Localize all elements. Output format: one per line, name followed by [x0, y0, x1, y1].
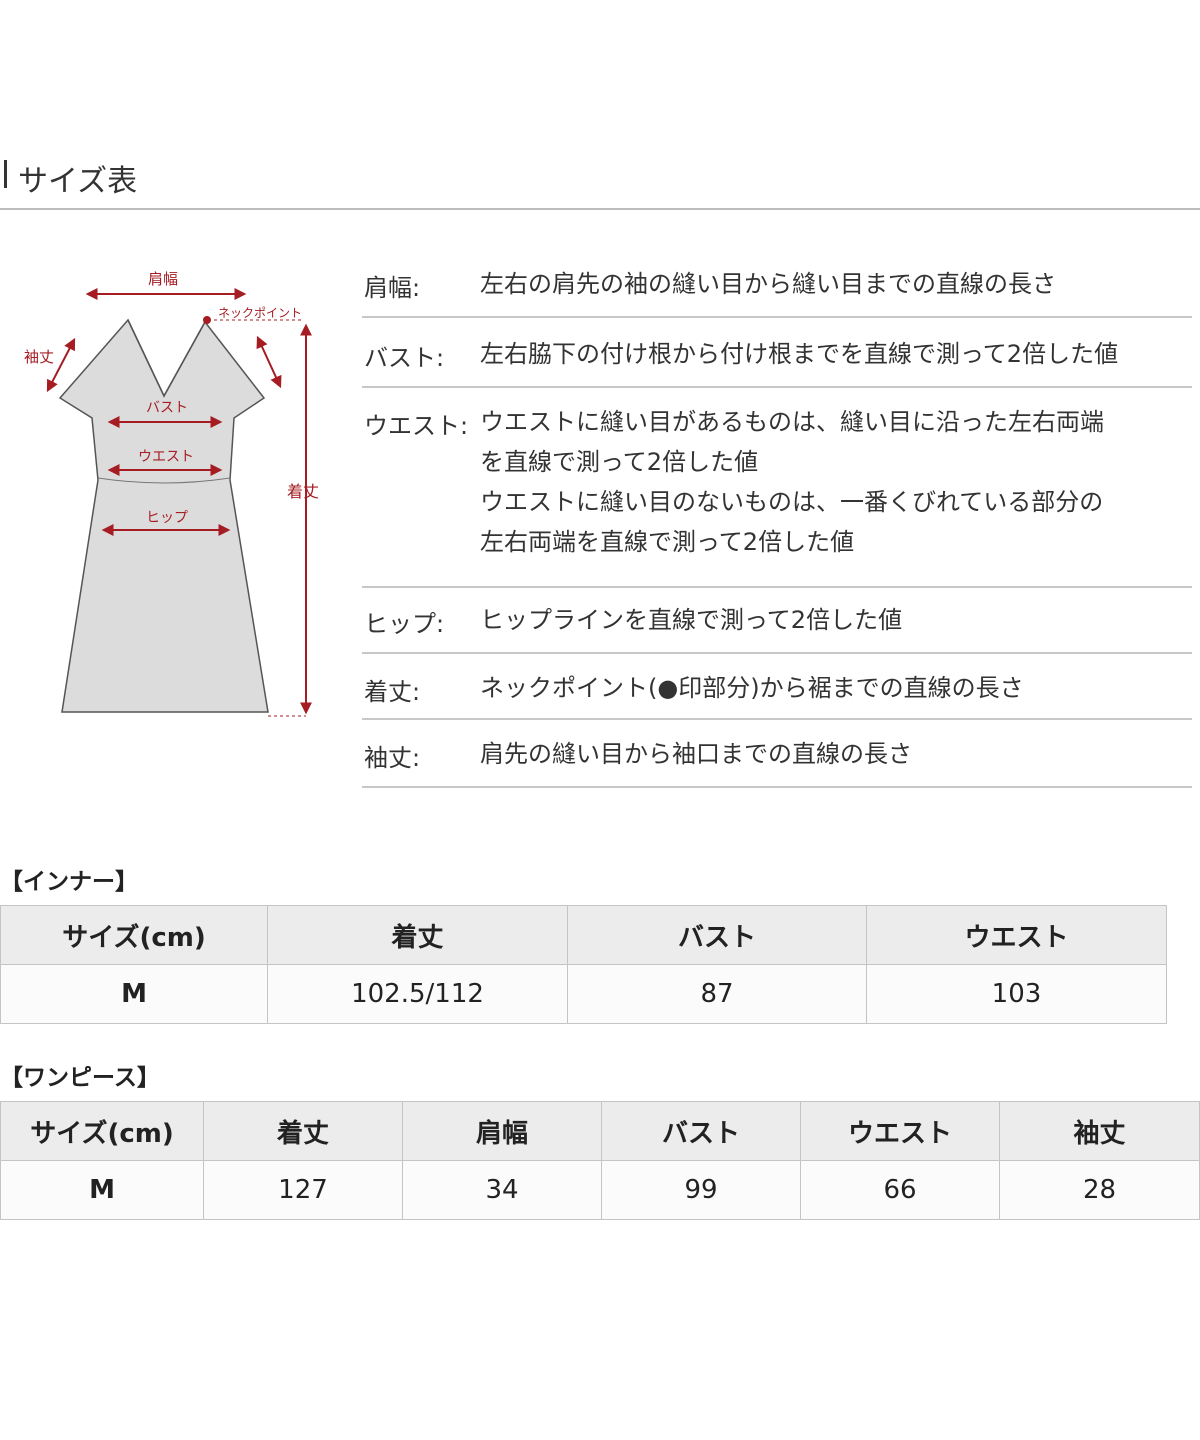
column-header: バスト: [567, 905, 867, 965]
inner-table-label: 【インナー】: [0, 869, 138, 895]
column-header: 着丈: [203, 1101, 403, 1161]
definition-hip: ヒップ: ヒップラインを直線で測って2倍した値: [362, 588, 1192, 654]
column-header: 着丈: [267, 905, 568, 965]
waist-label: ウエスト: [138, 449, 194, 465]
measurement-definitions: 肩幅: 左右の肩先の袖の縫い目から縫い目までの直線の長さ バスト: 左右脇下の付…: [362, 252, 1192, 788]
dress-measurement-diagram: 肩幅 ネックポイント 袖丈 バスト ウエスト ヒップ 着丈: [24, 270, 319, 717]
definition-text: 左右の肩先の袖の縫い目から縫い目までの直線の長さ: [480, 270, 1056, 298]
column-header: バスト: [601, 1101, 801, 1161]
onepiece-size-table: サイズ(cm) 着丈 肩幅 バスト ウエスト 袖丈 M 127 34 99 66…: [0, 1101, 1200, 1220]
definition-waist: ウエスト: ウエストに縫い目があるものは、縫い目に沿った左右両端 を直線で測って…: [362, 388, 1192, 588]
table-cell: 127: [203, 1160, 403, 1220]
table-cell: 66: [800, 1160, 1000, 1220]
table-cell: 34: [402, 1160, 602, 1220]
neck-point-dot: [203, 316, 211, 324]
neck-point-label: ネックポイント: [218, 306, 302, 320]
table-cell: 87: [567, 964, 867, 1024]
page-title: サイズ表: [0, 152, 1200, 210]
table-cell: 103: [866, 964, 1167, 1024]
definition-sleeve: 袖丈: 肩先の縫い目から袖口までの直線の長さ: [362, 720, 1192, 788]
definition-text: ウエストに縫い目があるものは、縫い目に沿った左右両端 を直線で測って2倍した値 …: [480, 408, 1104, 556]
table-header-row: サイズ(cm) 着丈 バスト ウエスト: [0, 905, 1167, 965]
shoulder-label: 肩幅: [148, 270, 178, 288]
column-header: 袖丈: [999, 1101, 1200, 1161]
table-cell: M: [0, 1160, 204, 1220]
inner-size-table: サイズ(cm) 着丈 バスト ウエスト M 102.5/112 87 103: [0, 905, 1167, 1024]
table-header-row: サイズ(cm) 着丈 肩幅 バスト ウエスト 袖丈: [0, 1101, 1200, 1161]
sleeve-label: 袖丈: [24, 348, 54, 366]
definition-text: ネックポイント(●印部分)から裾までの直線の長さ: [480, 674, 1024, 702]
definition-shoulder: 肩幅: 左右の肩先の袖の縫い目から縫い目までの直線の長さ: [362, 252, 1192, 318]
column-header: サイズ(cm): [0, 1101, 204, 1161]
right-sleeve-arrow: [256, 335, 282, 389]
column-header: 肩幅: [402, 1101, 602, 1161]
hip-label: ヒップ: [146, 510, 188, 526]
table-cell: 28: [999, 1160, 1200, 1220]
table-row: M 127 34 99 66 28: [0, 1160, 1200, 1220]
table-cell: M: [0, 964, 268, 1024]
definition-term: ウエスト:: [364, 412, 469, 440]
onepiece-table-label: 【ワンピース】: [0, 1065, 160, 1091]
page-title-text: サイズ表: [18, 164, 138, 199]
table-cell: 102.5/112: [267, 964, 568, 1024]
definition-text: ヒップラインを直線で測って2倍した値: [480, 606, 903, 634]
definition-term: 肩幅:: [364, 274, 421, 302]
length-label: 着丈: [287, 482, 319, 501]
column-header: ウエスト: [866, 905, 1167, 965]
definition-text: 左右脇下の付け根から付け根までを直線で測って2倍した値: [480, 340, 1119, 368]
table-row: M 102.5/112 87 103: [0, 964, 1167, 1024]
definition-term: ヒップ:: [364, 610, 445, 638]
definition-bust: バスト: 左右脇下の付け根から付け根までを直線で測って2倍した値: [362, 318, 1192, 388]
definition-term: バスト:: [364, 344, 445, 372]
bust-label: バスト: [146, 400, 188, 416]
column-header: ウエスト: [800, 1101, 1000, 1161]
title-bar-divider: [4, 160, 7, 188]
table-cell: 99: [601, 1160, 801, 1220]
definition-length: 着丈: ネックポイント(●印部分)から裾までの直線の長さ: [362, 654, 1192, 720]
definition-term: 着丈:: [364, 678, 421, 706]
column-header: サイズ(cm): [0, 905, 268, 965]
definition-text: 肩先の縫い目から袖口までの直線の長さ: [480, 740, 912, 768]
definition-term: 袖丈:: [364, 744, 421, 772]
